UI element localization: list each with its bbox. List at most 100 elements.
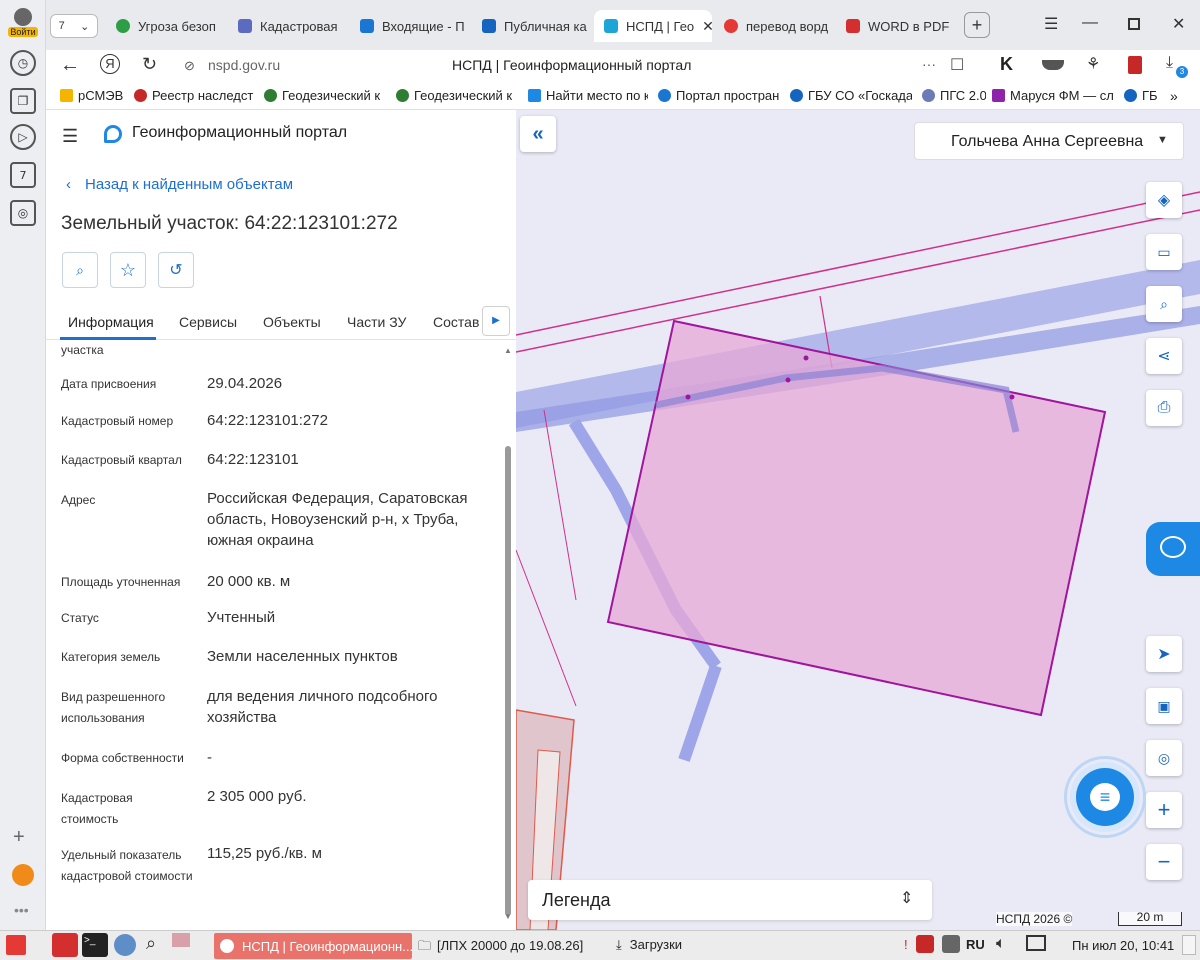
- print-button[interactable]: ⎙: [1146, 390, 1182, 426]
- bookmark-item[interactable]: Портал простран: [658, 88, 780, 103]
- search-location-button[interactable]: ◎: [1146, 740, 1182, 776]
- back-link[interactable]: ‹ Назад к найденным объектам: [66, 176, 293, 193]
- taskbar-window-folder[interactable]: 🗀 [ЛПХ 20000 до 19.08.26]: [418, 937, 583, 959]
- bookmark-item[interactable]: рСМЭВ: [60, 88, 123, 103]
- clock[interactable]: Пн июл 20, 10:41: [1072, 938, 1174, 953]
- collapse-panel-button[interactable]: «: [520, 116, 556, 152]
- files-icon[interactable]: [52, 933, 78, 957]
- menu-icon[interactable]: ☰: [1044, 14, 1058, 34]
- new-tab-button[interactable]: +: [964, 12, 990, 38]
- tab-counter-button[interactable]: 7 ⌄: [50, 14, 98, 38]
- tab-public-map[interactable]: Публичная ка: [482, 12, 592, 40]
- tab-services[interactable]: Сервисы: [179, 314, 237, 330]
- minimize-icon[interactable]: —: [1082, 14, 1098, 32]
- tab-mail[interactable]: Входящие - П: [360, 12, 470, 40]
- more-icon[interactable]: •••: [14, 902, 29, 918]
- screenshot-icon[interactable]: ◎: [10, 200, 36, 226]
- pdf-extension-icon[interactable]: [1128, 56, 1142, 74]
- assistant-chat-button[interactable]: ≡: [1076, 768, 1134, 826]
- start-menu-icon[interactable]: [6, 935, 26, 955]
- minimap-button[interactable]: ▣: [1146, 688, 1182, 724]
- info-panel: ☰ Геоинформационный портал ‹ Назад к найд…: [46, 110, 516, 930]
- tab-info[interactable]: Информация: [68, 314, 154, 330]
- bookmark-item[interactable]: Найти место по к: [528, 88, 648, 103]
- add-panel-icon[interactable]: +: [13, 826, 25, 849]
- share-button[interactable]: ⋖: [1146, 338, 1182, 374]
- feedback-button[interactable]: [1146, 522, 1200, 576]
- history-icon[interactable]: ◷: [10, 50, 36, 76]
- collections-icon[interactable]: ❐: [10, 88, 36, 114]
- search-icon[interactable]: ⌕: [146, 933, 156, 954]
- geolocation-button[interactable]: ➤: [1146, 636, 1182, 672]
- counter-icon[interactable]: 7: [10, 162, 36, 188]
- download-icon[interactable]: ⤓: [1166, 54, 1173, 72]
- bookmarks-bar: рСМЭВ Реестр наследств Геодезический к Г…: [46, 82, 1200, 110]
- favorite-button[interactable]: ☆: [110, 252, 146, 288]
- bookmark-item[interactable]: Геодезический к: [264, 88, 386, 103]
- package-icon[interactable]: [916, 935, 934, 953]
- bookmark-item[interactable]: ГБ: [1124, 88, 1158, 103]
- user-menu[interactable]: Гольчева Анна Сергеевна ▼: [914, 122, 1184, 160]
- tab-ugroza[interactable]: Угроза безоп: [116, 12, 226, 40]
- scroll-up-icon[interactable]: ▲: [504, 346, 512, 355]
- field-value: 20 000 кв. м: [207, 573, 291, 590]
- tab-label: WORD в PDF: [868, 18, 950, 34]
- desktop-icon[interactable]: [172, 933, 190, 947]
- kaspersky-icon[interactable]: K: [1000, 54, 1013, 75]
- tab-objects[interactable]: Объекты: [263, 314, 321, 330]
- layers-button[interactable]: ◈: [1146, 182, 1182, 218]
- yandex-icon[interactable]: Я: [100, 54, 120, 74]
- terminal-icon[interactable]: >_: [82, 933, 108, 957]
- scrollbar[interactable]: ▲ ▼: [503, 346, 513, 924]
- address-bar[interactable]: ⊘ nspd.gov.ru НСПД | Геоинформационный п…: [174, 52, 1004, 80]
- show-desktop-button[interactable]: [1182, 935, 1196, 955]
- maximize-icon[interactable]: [1128, 18, 1140, 30]
- bookmark-item[interactable]: Маруся ФМ — слу: [992, 88, 1114, 103]
- close-icon[interactable]: ✕: [702, 18, 712, 35]
- tab-composition[interactable]: Состав: [433, 314, 479, 330]
- bookmark-item[interactable]: ГБУ СО «Госкадас: [790, 88, 912, 103]
- zoom-out-button[interactable]: −: [1146, 844, 1182, 880]
- map-view[interactable]: « Гольчева Анна Сергеевна ▼ ◈ ▭ ⌕ ⋖ ⎙ ➤ …: [516, 110, 1200, 930]
- browser-icon[interactable]: [114, 934, 136, 956]
- hat-icon[interactable]: [1042, 60, 1064, 70]
- scroll-down-icon[interactable]: ▼: [504, 912, 512, 921]
- taskbar-window-downloads[interactable]: ⤓ Загрузки: [616, 937, 682, 953]
- bookmark-item[interactable]: Реестр наследств: [134, 88, 254, 103]
- hamburger-menu-icon[interactable]: ☰: [62, 126, 78, 147]
- alert-icon[interactable]: !: [904, 937, 908, 952]
- object-tabs: Информация Сервисы Объекты Части ЗУ Сост…: [46, 306, 516, 340]
- more-dots-icon[interactable]: ···: [922, 56, 936, 72]
- bookmark-item[interactable]: ПГС 2.0: [922, 88, 986, 103]
- close-window-icon[interactable]: ✕: [1172, 14, 1185, 34]
- login-button[interactable]: Войти: [8, 8, 38, 40]
- zoom-in-button[interactable]: +: [1146, 792, 1182, 828]
- tab-translate[interactable]: перевод ворд: [724, 12, 834, 40]
- language-indicator[interactable]: RU: [966, 937, 985, 952]
- tab-parts[interactable]: Части ЗУ: [347, 314, 406, 330]
- network-icon[interactable]: [942, 935, 960, 953]
- bookmark-icon[interactable]: ☐: [950, 55, 964, 75]
- tabs-scroll-right-button[interactable]: ▶: [482, 306, 510, 336]
- locate-on-map-button[interactable]: ⌕: [62, 252, 98, 288]
- taskbar-window-nspd[interactable]: НСПД | Геоинформационн...: [214, 933, 412, 959]
- bookmark-item[interactable]: Геодезический к: [396, 88, 518, 103]
- tab-nspd[interactable]: НСПД | Гео ✕: [594, 10, 712, 42]
- reload-icon[interactable]: ↻: [142, 54, 157, 75]
- tab-word-pdf[interactable]: WORD в PDF: [846, 12, 956, 40]
- history-button[interactable]: ↺: [158, 252, 194, 288]
- emblem-icon: [922, 89, 935, 102]
- more-bookmarks-icon[interactable]: »: [1170, 88, 1178, 104]
- back-arrow-icon[interactable]: ←: [60, 54, 80, 77]
- display-icon[interactable]: [1026, 935, 1046, 951]
- play-icon[interactable]: ▷: [10, 124, 36, 150]
- alice-icon[interactable]: [12, 864, 34, 886]
- volume-icon[interactable]: 🔈︎: [996, 935, 1006, 953]
- select-area-button[interactable]: ⌕: [1146, 286, 1182, 322]
- scrollbar-thumb[interactable]: [505, 446, 511, 916]
- field-label: Вид разрешенного использования: [61, 690, 166, 725]
- measure-button[interactable]: ▭: [1146, 234, 1182, 270]
- legend-panel[interactable]: Легенда ⇕: [528, 880, 932, 920]
- extension-icon[interactable]: ⚘: [1086, 54, 1100, 74]
- tab-kadastr[interactable]: Кадастровая: [238, 12, 348, 40]
